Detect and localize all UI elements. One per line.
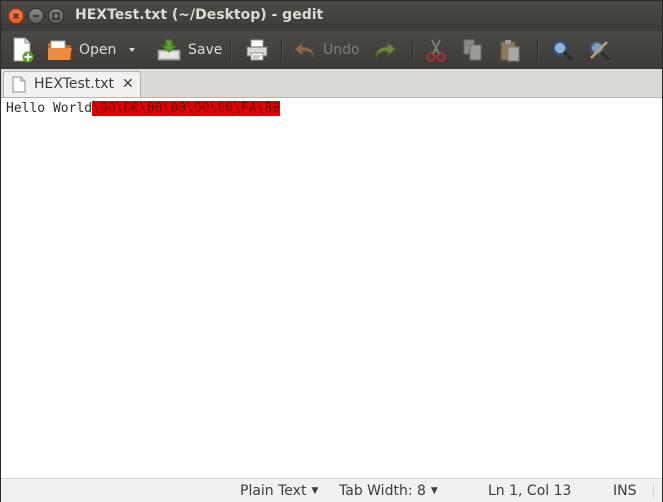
tab-width-selector[interactable]: Tab Width: 8 ▼ (339, 483, 438, 499)
status-bar: Plain Text ▼ Tab Width: 8 ▼ Ln 1, Col 13 I… (1, 478, 662, 502)
toolbar: Open Save Undo (1, 31, 662, 69)
folder-icon (48, 40, 72, 60)
close-window-button[interactable] (8, 8, 24, 24)
scissors-icon (426, 39, 446, 62)
search-icon (552, 40, 573, 61)
redo-icon (375, 41, 396, 58)
copy-button[interactable] (462, 36, 484, 64)
language-label: Plain Text (240, 483, 307, 499)
title-bar[interactable]: HEXTest.txt (~/Desktop) - gedit (1, 1, 662, 31)
new-document-button[interactable] (11, 36, 35, 64)
chevron-down-icon: ▼ (311, 486, 319, 496)
find-replace-icon (590, 41, 610, 61)
paste-button[interactable] (499, 36, 521, 64)
find-button[interactable] (550, 36, 574, 64)
language-selector[interactable]: Plain Text ▼ (240, 483, 318, 499)
tab-label: HEXTest.txt (34, 76, 115, 92)
invalid-bytes-highlight: \00\00\00\00\00\00\FA\B0 (92, 101, 280, 116)
minimize-icon (33, 15, 39, 17)
save-icon (157, 39, 181, 61)
insert-mode: INS (613, 483, 637, 499)
minimize-window-button[interactable] (28, 8, 44, 24)
toolbar-separator (230, 39, 232, 61)
maximize-window-button[interactable] (48, 8, 64, 24)
close-tab-button[interactable]: ✕ (122, 76, 134, 92)
open-recent-dropdown[interactable] (127, 36, 137, 64)
editor-text: Hello World (6, 101, 93, 116)
tab-width-label: Tab Width: 8 (339, 483, 426, 499)
cut-button[interactable] (425, 36, 447, 64)
gedit-window: HEXTest.txt (~/Desktop) - gedit Open Sav… (0, 0, 663, 502)
chevron-down-icon (129, 48, 135, 52)
close-icon (12, 12, 20, 20)
toolbar-separator (281, 39, 283, 61)
editor-line-1: Hello World\00\00\00\00\00\00\FA\B0 (6, 100, 280, 117)
redo-button[interactable] (373, 36, 397, 64)
find-replace-button[interactable] (587, 36, 611, 64)
undo-label: Undo (323, 42, 360, 58)
new-document-icon (13, 37, 34, 63)
toolbar-separator (537, 39, 539, 61)
print-button[interactable] (245, 36, 269, 64)
save-label: Save (188, 42, 223, 58)
chevron-down-icon: ▼ (430, 486, 438, 496)
cursor-position: Ln 1, Col 13 (488, 483, 572, 499)
tab-hextest[interactable]: HEXTest.txt ✕ (3, 71, 141, 97)
save-button[interactable]: Save (156, 36, 222, 64)
status-divider (653, 483, 654, 498)
open-button[interactable]: Open (47, 36, 116, 64)
window-title: HEXTest.txt (~/Desktop) - gedit (75, 7, 324, 23)
undo-icon (294, 41, 315, 58)
printer-icon (246, 39, 268, 61)
paste-icon (500, 40, 520, 62)
document-icon (12, 76, 26, 93)
toolbar-separator (412, 39, 414, 61)
document-tab-bar: HEXTest.txt ✕ (1, 69, 662, 98)
text-editor-area[interactable]: Hello World\00\00\00\00\00\00\FA\B0 (1, 98, 662, 478)
open-label: Open (79, 42, 117, 58)
maximize-icon (52, 12, 60, 20)
copy-icon (463, 39, 482, 61)
undo-button[interactable]: Undo (293, 36, 360, 64)
